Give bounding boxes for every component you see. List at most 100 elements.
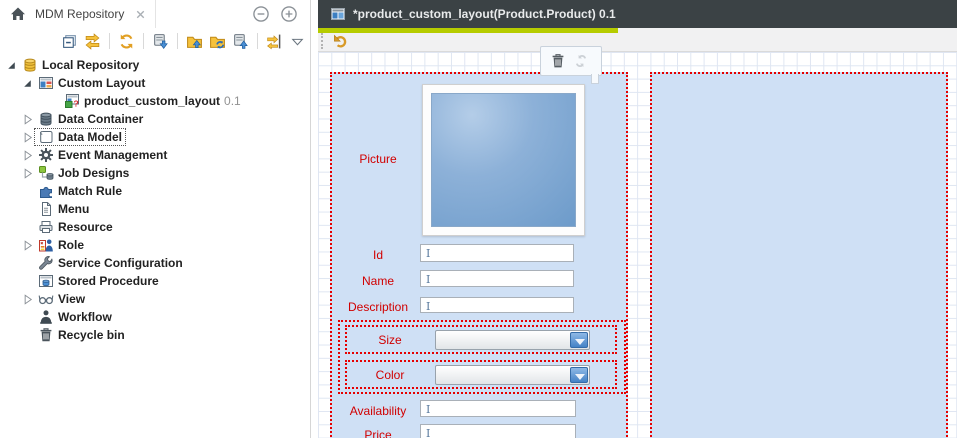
picture-widget[interactable]: [422, 84, 585, 236]
refresh-icon[interactable]: [118, 33, 135, 50]
text-caret: I: [426, 300, 430, 313]
toolbar-separator: [177, 33, 178, 49]
tree-item-event-management[interactable]: Event Management: [0, 146, 310, 164]
tree-item-job-designs[interactable]: Job Designs: [0, 164, 310, 182]
toolbar-drag-handle[interactable]: [321, 33, 323, 49]
undo-icon[interactable]: [331, 32, 348, 49]
name-input[interactable]: I: [420, 270, 574, 287]
sync-folder-icon[interactable]: [209, 33, 226, 50]
collapse-all-icon[interactable]: [61, 33, 78, 50]
id-input[interactable]: I: [420, 244, 574, 262]
tree-arrow-collapsed-icon[interactable]: [20, 292, 35, 307]
delete-trash-icon[interactable]: [550, 53, 566, 69]
custom-layout-icon: [38, 75, 54, 91]
tree-item-local-repository[interactable]: Local Repository: [0, 56, 310, 74]
form-panel-empty[interactable]: [650, 72, 948, 438]
tree-item-product-custom-layout[interactable]: ?product_custom_layout0.1: [0, 92, 310, 110]
size-color-group[interactable]: Size Color: [338, 320, 626, 394]
tree-item-content: View: [35, 291, 88, 307]
size-field-box[interactable]: Size: [345, 325, 617, 354]
tree-item-label: Custom Layout: [58, 75, 145, 91]
update-server-icon[interactable]: [232, 33, 249, 50]
tree-item-content: Service Configuration: [35, 255, 186, 271]
tree-item-label: Local Repository: [42, 57, 139, 73]
repository-tree: Local Repository Custom Layout ?product_cu…: [0, 56, 310, 438]
tree-item-data-model[interactable]: Data Model: [0, 128, 310, 146]
tree-arrow-expanded-icon[interactable]: [4, 58, 19, 73]
glasses-icon: [38, 291, 54, 307]
deploy-server-icon[interactable]: [152, 33, 169, 50]
import-folder-icon[interactable]: [186, 33, 203, 50]
tree-arrow-placeholder: [20, 256, 35, 271]
tree-indent: [0, 137, 20, 138]
combo-dropdown-icon[interactable]: [570, 332, 588, 348]
tree-item-label: Role: [58, 237, 84, 253]
description-label: Description: [334, 300, 422, 314]
color-field-box[interactable]: Color: [345, 360, 617, 389]
id-label: Id: [334, 248, 422, 262]
close-icon[interactable]: [134, 8, 147, 21]
sync-link-icon: [573, 53, 589, 69]
tree-item-label: Data Model: [58, 129, 122, 145]
tree-arrow-placeholder: [20, 220, 35, 235]
tree-item-content: Data Container: [35, 111, 146, 127]
tree-arrow-collapsed-icon[interactable]: [20, 130, 35, 145]
design-canvas[interactable]: Picture Id I Name I Description I Size C…: [318, 52, 957, 438]
repository-tab-title: MDM Repository: [35, 7, 124, 21]
tree-arrow-collapsed-icon[interactable]: [20, 166, 35, 181]
tree-arrow-placeholder: [20, 274, 35, 289]
toolbar-separator: [143, 33, 144, 49]
tree-item-service-configuration[interactable]: Service Configuration: [0, 254, 310, 272]
gear-icon: [38, 147, 54, 163]
size-combo[interactable]: [435, 330, 590, 350]
tree-arrow-collapsed-icon[interactable]: [20, 112, 35, 127]
tree-item-label: Workflow: [58, 309, 112, 325]
tree-item-workflow[interactable]: Workflow: [0, 308, 310, 326]
tree-item-recycle-bin[interactable]: Recycle bin: [0, 326, 310, 344]
tree-item-resource[interactable]: Resource: [0, 218, 310, 236]
text-caret: I: [426, 403, 430, 416]
tree-indent: [0, 155, 20, 156]
home-icon: [10, 6, 26, 22]
tree-indent: [0, 209, 20, 210]
tree-item-role[interactable]: Role: [0, 236, 310, 254]
tree-item-label: Recycle bin: [58, 327, 125, 343]
tree-item-content: ?product_custom_layout0.1: [61, 93, 244, 109]
job-design-icon: [38, 165, 54, 181]
combo-dropdown-icon[interactable]: [570, 367, 588, 383]
description-input[interactable]: I: [420, 297, 574, 313]
svg-text:?: ?: [74, 99, 79, 109]
tree-arrow-collapsed-icon[interactable]: [20, 148, 35, 163]
tree-arrow-collapsed-icon[interactable]: [20, 238, 35, 253]
tree-item-menu[interactable]: Menu: [0, 200, 310, 218]
view-menu-chevron-icon[interactable]: [289, 33, 306, 50]
minimize-view-button[interactable]: [252, 5, 270, 23]
tree-item-content: Data Model: [35, 129, 125, 145]
tree-arrow-placeholder: [20, 202, 35, 217]
text-caret: I: [426, 273, 430, 286]
transfer-icon[interactable]: [266, 33, 283, 50]
tree-item-label: Match Rule: [58, 183, 122, 199]
availability-input[interactable]: I: [420, 400, 576, 417]
tree-item-label: Service Configuration: [58, 255, 183, 271]
tree-item-match-rule[interactable]: Match Rule: [0, 182, 310, 200]
picture-label: Picture: [334, 152, 422, 166]
tree-item-custom-layout[interactable]: Custom Layout: [0, 74, 310, 92]
tree-item-data-container[interactable]: Data Container: [0, 110, 310, 128]
size-label: Size: [347, 333, 433, 347]
form-panel-main[interactable]: Picture Id I Name I Description I Size C…: [330, 72, 628, 438]
document-icon: [38, 201, 54, 217]
tree-item-content: Match Rule: [35, 183, 125, 199]
tree-item-view[interactable]: View: [0, 290, 310, 308]
tree-arrow-expanded-icon[interactable]: [20, 76, 35, 91]
name-label: Name: [334, 274, 422, 288]
price-input[interactable]: I: [420, 424, 576, 438]
tab-mdm-repository[interactable]: MDM Repository: [0, 0, 156, 28]
tree-item-stored-procedure[interactable]: Stored Procedure: [0, 272, 310, 290]
color-combo[interactable]: [435, 365, 590, 385]
maximize-view-button[interactable]: [280, 5, 298, 23]
swap-views-icon[interactable]: [84, 33, 101, 50]
tab-product-custom-layout[interactable]: *product_custom_layout(Product.Product) …: [318, 0, 618, 28]
tree-indent: [0, 263, 20, 264]
role-icon: [38, 237, 54, 253]
